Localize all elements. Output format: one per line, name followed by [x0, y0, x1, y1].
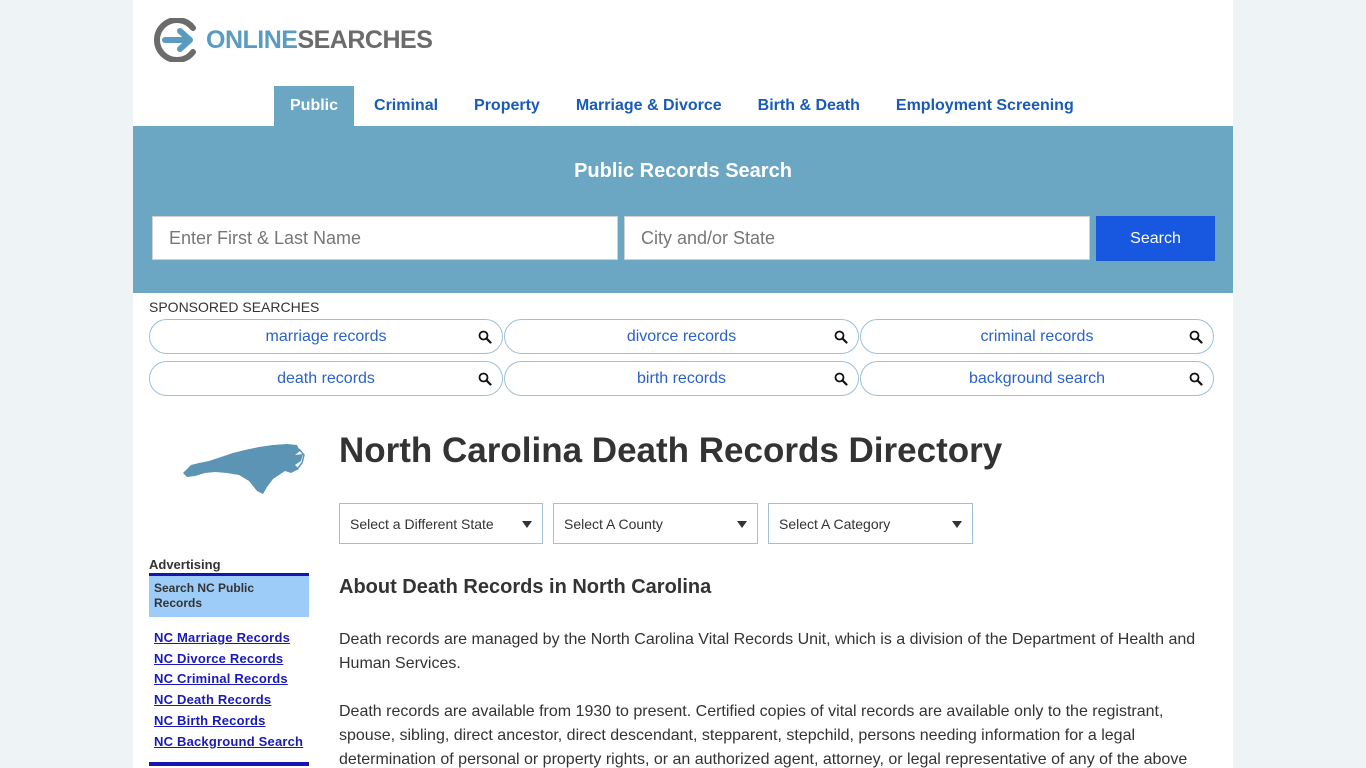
sponsored-item-label: background search [968, 369, 1106, 387]
search-icon [478, 330, 492, 344]
chevron-down-icon [952, 521, 962, 528]
sponsored-death-records[interactable]: death records [149, 361, 503, 396]
ad-divider [149, 762, 309, 766]
nav-employment-screening[interactable]: Employment Screening [880, 86, 1090, 126]
search-button[interactable]: Search [1096, 216, 1215, 261]
sponsored-marriage-records[interactable]: marriage records [149, 319, 503, 354]
search-icon [478, 372, 492, 386]
paragraph-1: Death records are managed by the North C… [339, 631, 1196, 672]
ad-box-title: Search NC Public Records [149, 573, 309, 617]
sponsored-item-label: birth records [637, 369, 726, 387]
search-title: Public Records Search [574, 160, 792, 182]
site-logo[interactable]: ONLINESEARCHES [153, 18, 433, 62]
location-input[interactable] [624, 216, 1090, 260]
select-category-dropdown[interactable]: Select A Category [768, 503, 973, 544]
search-band: Public Records Search Search [133, 126, 1233, 293]
chevron-down-icon [737, 521, 747, 528]
nav-public[interactable]: Public [274, 86, 355, 126]
search-icon [834, 372, 848, 386]
page: ONLINESEARCHES Public Criminal Property … [133, 0, 1233, 768]
nav-birth-death[interactable]: Birth & Death [742, 86, 876, 126]
logo-text-online: ONLINE [206, 25, 298, 54]
ad-link-nc-birth-records[interactable]: NC Birth Records [154, 711, 303, 732]
nav-criminal[interactable]: Criminal [358, 86, 454, 126]
name-input[interactable] [152, 216, 618, 260]
search-icon [834, 330, 848, 344]
logo-text: ONLINESEARCHES [206, 25, 433, 55]
sponsored-item-label: divorce records [626, 327, 737, 345]
paragraph-2: Death records are available from 1930 to… [339, 703, 1188, 768]
north-carolina-map-icon [183, 444, 305, 494]
select-state-dropdown[interactable]: Select a Different State [339, 503, 543, 544]
nav-property[interactable]: Property [458, 86, 556, 126]
ad-link-nc-background-search[interactable]: NC Background Search [154, 732, 303, 753]
ad-link-nc-divorce-records[interactable]: NC Divorce Records [154, 649, 303, 670]
advertising-label: Advertising [149, 557, 221, 572]
sponsored-birth-records[interactable]: birth records [504, 361, 859, 396]
ad-link-nc-marriage-records[interactable]: NC Marriage Records [154, 628, 303, 649]
search-icon [1189, 372, 1203, 386]
sponsored-item-label: criminal records [980, 327, 1094, 345]
select-county-dropdown[interactable]: Select A County [553, 503, 758, 544]
search-icon [1189, 330, 1203, 344]
sponsored-item-label: marriage records [265, 327, 387, 345]
sponsored-label: SPONSORED SEARCHES [149, 299, 320, 315]
ad-link-nc-death-records[interactable]: NC Death Records [154, 690, 303, 711]
nav-marriage-divorce[interactable]: Marriage & Divorce [560, 86, 738, 126]
logo-text-searches: SEARCHES [297, 25, 433, 54]
sponsored-criminal-records[interactable]: criminal records [860, 319, 1214, 354]
sponsored-item-label: death records [277, 369, 375, 387]
sponsored-background-search[interactable]: background search [860, 361, 1214, 396]
section-title: About Death Records in North Carolina [339, 576, 712, 598]
chevron-down-icon [522, 521, 532, 528]
sponsored-divorce-records[interactable]: divorce records [504, 319, 859, 354]
select-state-label: Select a Different State [350, 515, 494, 532]
logo-arrow-icon [154, 18, 196, 62]
ad-links: NC Marriage Records NC Divorce Records N… [154, 628, 303, 752]
main-nav: Public Criminal Property Marriage & Divo… [274, 86, 1094, 126]
select-category-label: Select A Category [779, 515, 891, 532]
ad-link-nc-criminal-records[interactable]: NC Criminal Records [154, 669, 303, 690]
select-county-label: Select A County [564, 515, 663, 532]
page-title: North Carolina Death Records Directory [339, 431, 1003, 470]
